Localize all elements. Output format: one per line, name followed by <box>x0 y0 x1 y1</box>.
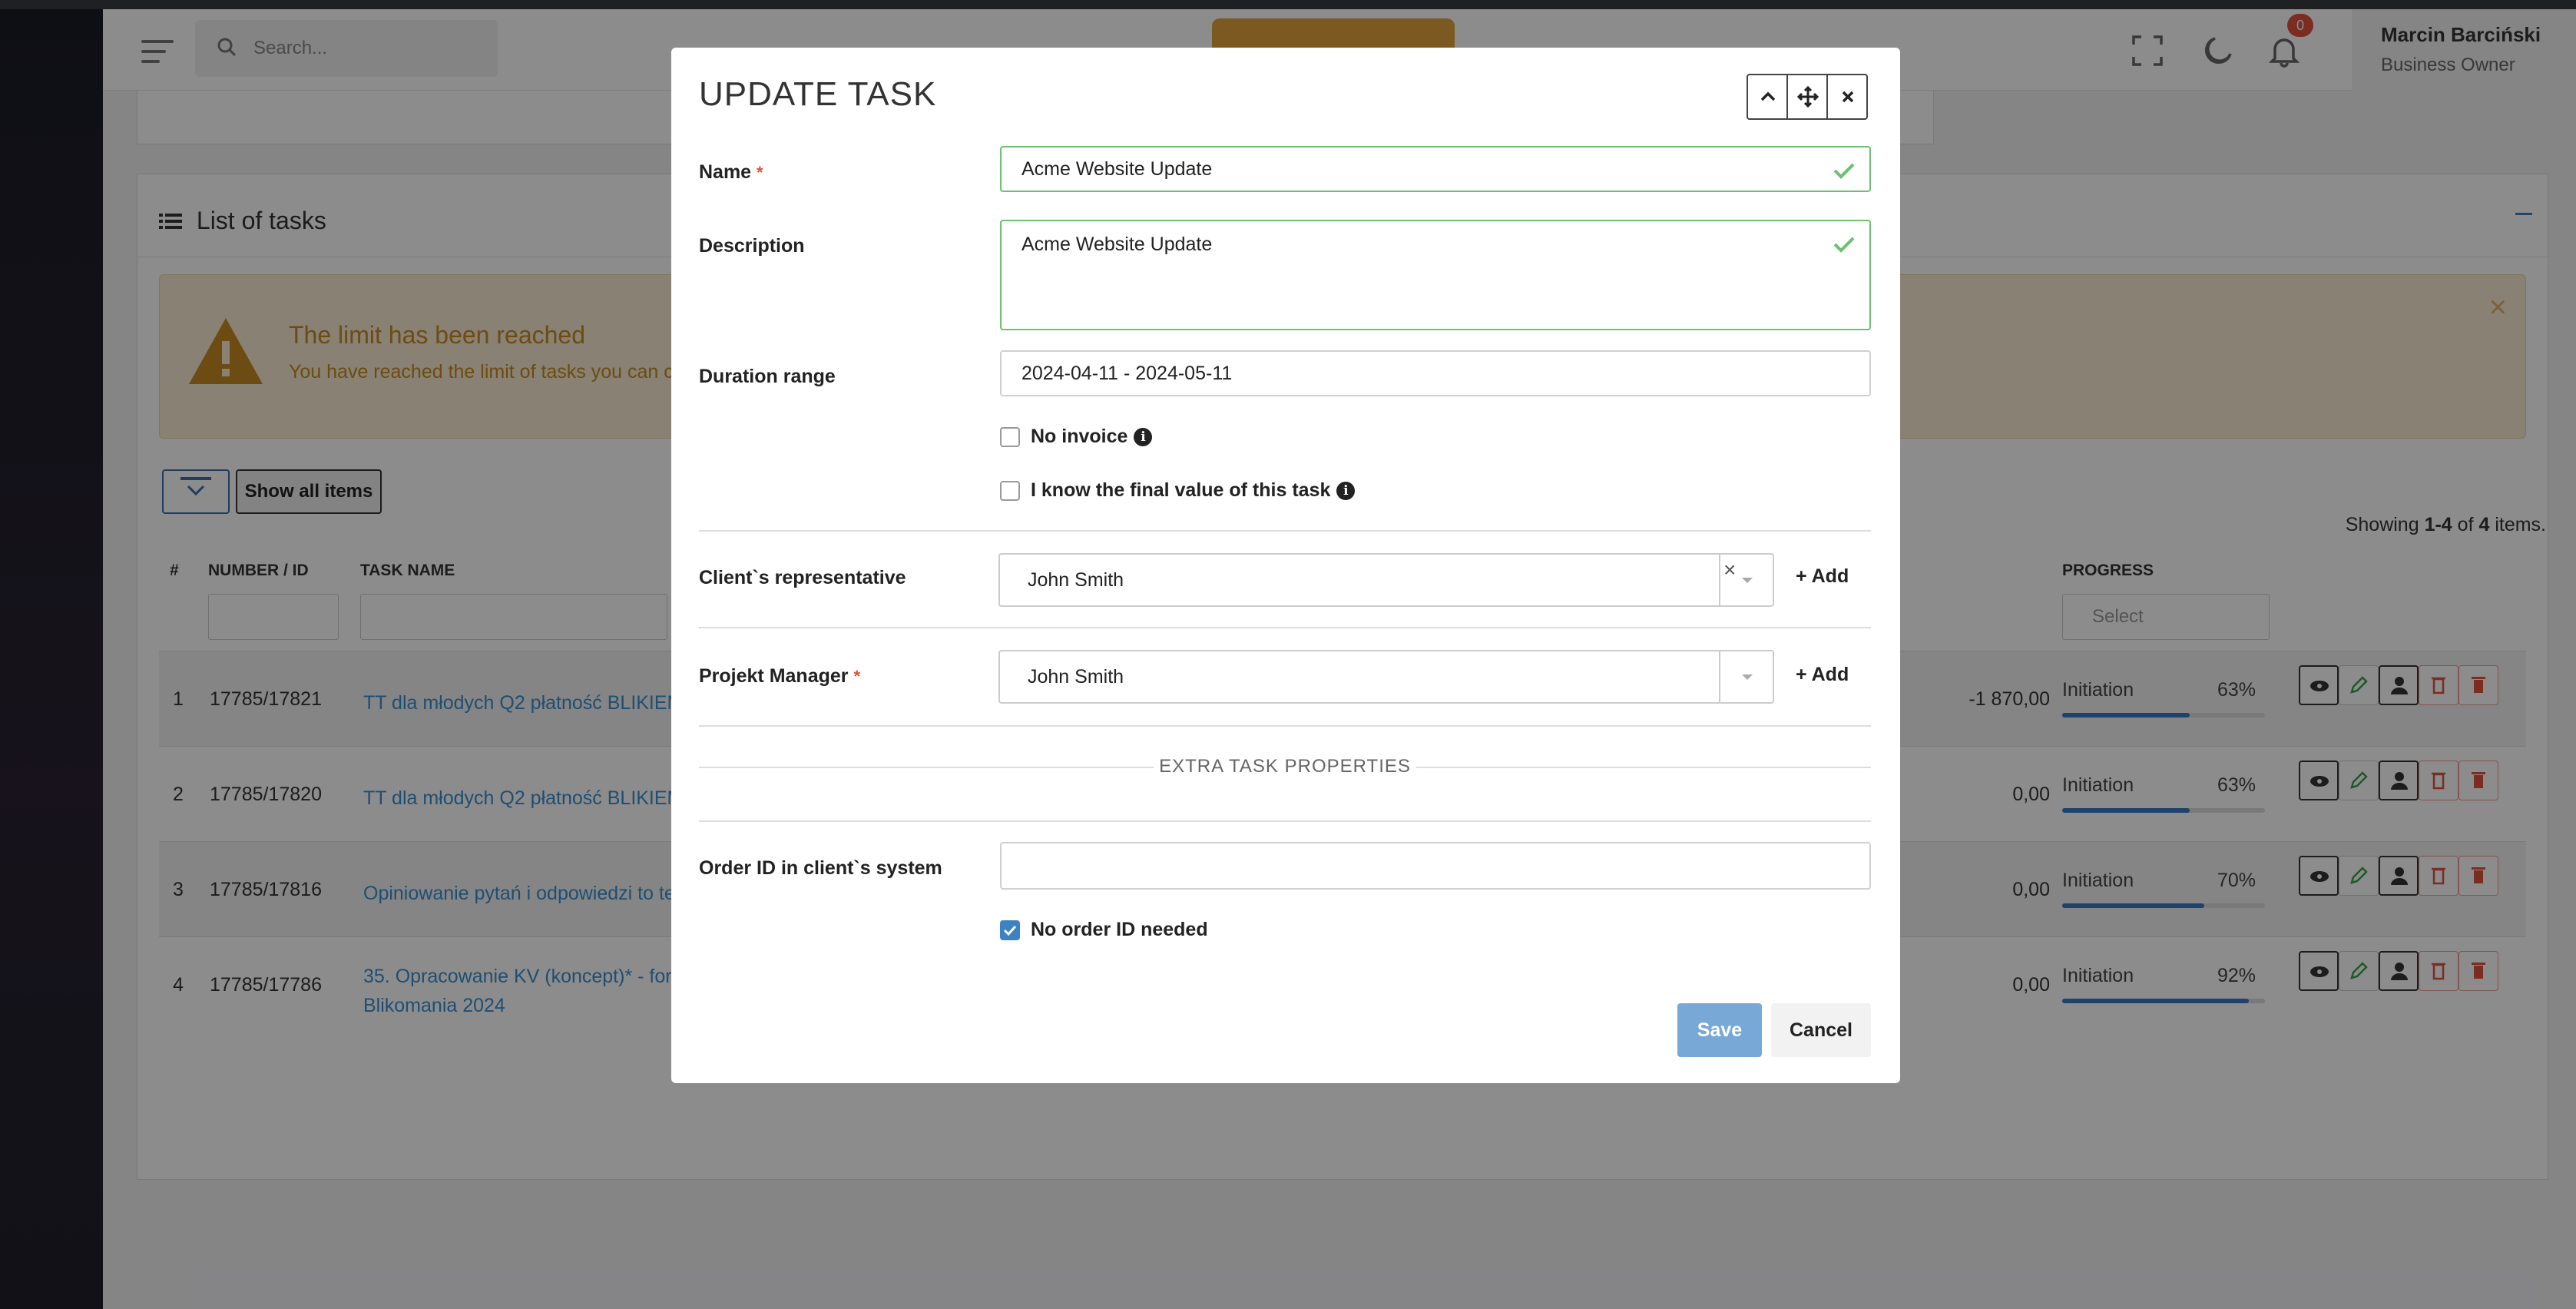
valid-check-icon <box>1833 237 1855 253</box>
chevron-up-icon <box>1760 91 1776 101</box>
divider <box>699 627 1871 628</box>
update-task-modal: UPDATE TASK Name * Acme Website Update D… <box>671 48 1900 1083</box>
no-order-id-checkbox[interactable] <box>1000 920 1020 940</box>
extra-properties-heading: EXTRA TASK PROPERTIES <box>699 756 1871 777</box>
checkmark-icon <box>1003 925 1017 936</box>
pm-label: Projekt Manager * <box>699 665 861 687</box>
pm-dropdown-toggle[interactable] <box>1719 650 1774 704</box>
no-order-id-label: No order ID needed <box>1031 919 1208 940</box>
close-button[interactable] <box>1828 75 1868 118</box>
divider <box>699 820 1871 822</box>
name-input[interactable]: Acme Website Update <box>1000 146 1871 192</box>
duration-label: Duration range <box>699 366 836 387</box>
duration-range-input[interactable]: 2024-04-11 - 2024-05-11 <box>1000 350 1871 396</box>
chevron-down-icon <box>1742 578 1753 583</box>
no-invoice-checkbox[interactable] <box>1000 427 1020 447</box>
name-label: Name * <box>699 161 763 183</box>
move-arrows-icon <box>1796 85 1819 108</box>
valid-check-icon <box>1833 163 1855 179</box>
cancel-button[interactable]: Cancel <box>1771 1003 1871 1057</box>
client-rep-select[interactable]: John Smith <box>998 553 1774 607</box>
order-id-input[interactable] <box>1000 842 1871 890</box>
description-textarea[interactable]: Acme Website Update <box>1000 220 1871 330</box>
close-icon <box>1842 91 1854 103</box>
minimize-button[interactable] <box>1748 75 1788 118</box>
window-controls <box>1747 74 1868 120</box>
no-invoice-label: No invoice i <box>1031 426 1153 448</box>
move-button[interactable] <box>1788 75 1828 118</box>
client-rep-label: Client`s representative <box>699 567 906 588</box>
save-button[interactable]: Save <box>1677 1003 1762 1057</box>
client-rep-dropdown-toggle[interactable] <box>1719 553 1774 607</box>
info-icon[interactable]: i <box>1336 482 1356 500</box>
modal-title: UPDATE TASK <box>699 75 937 113</box>
final-value-label: I know the final value of this task i <box>1031 479 1356 502</box>
final-value-checkbox[interactable] <box>1000 481 1020 501</box>
info-icon[interactable]: i <box>1134 428 1153 446</box>
description-label: Description <box>699 235 805 257</box>
project-manager-select[interactable]: John Smith <box>998 650 1774 704</box>
divider <box>699 530 1871 532</box>
add-client-rep-button[interactable]: + Add <box>1796 565 1849 588</box>
divider <box>699 725 1871 727</box>
order-id-label: Order ID in client`s system <box>699 857 942 879</box>
chevron-down-icon <box>1742 674 1753 680</box>
add-pm-button[interactable]: + Add <box>1796 664 1849 686</box>
